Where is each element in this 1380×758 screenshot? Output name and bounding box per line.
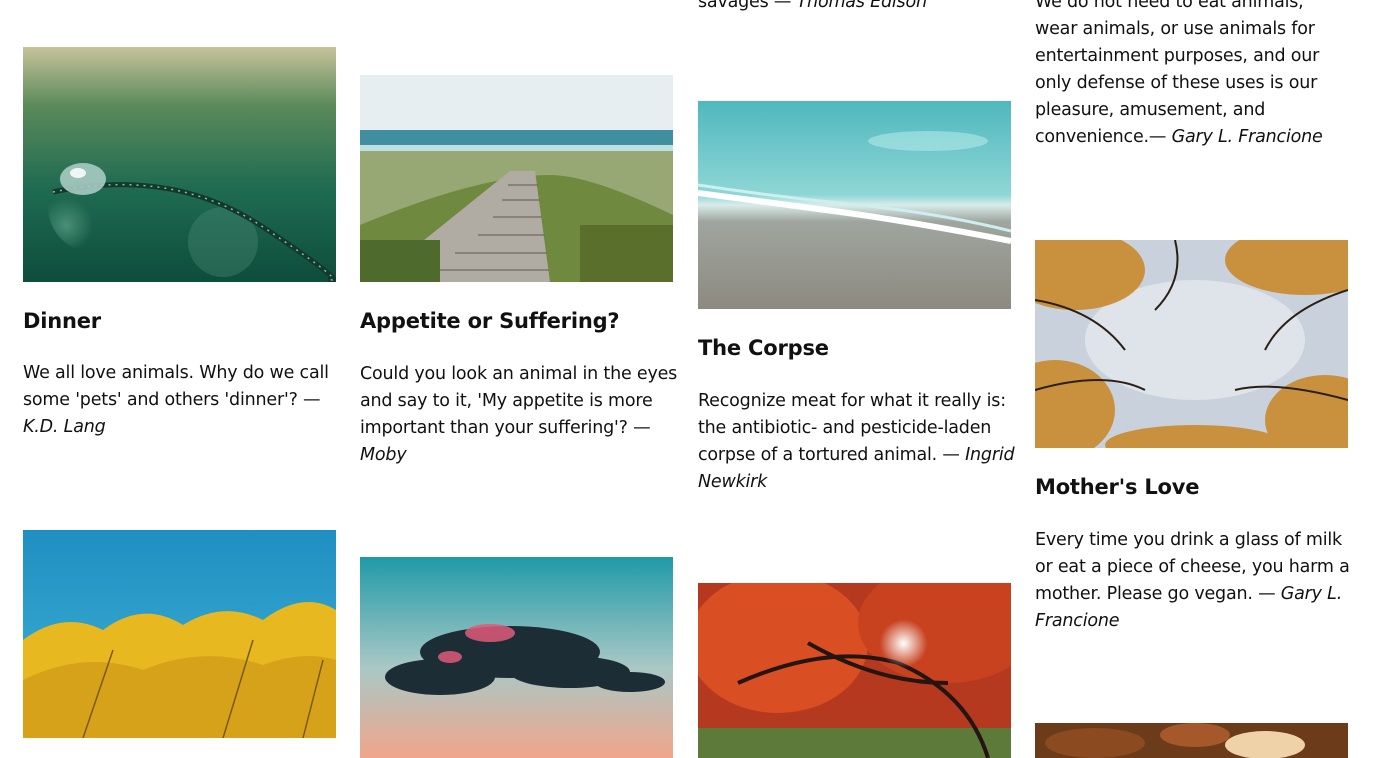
partial-quote-text: savages — [698, 0, 792, 12]
partial-quote-author: Gary L. Francione [1171, 127, 1323, 147]
partial-quote-author: Thomas Edison [796, 0, 927, 12]
quotes-gallery: savages — Thomas Edison We do not need t… [0, 0, 1380, 758]
card-title[interactable]: Dinner [23, 307, 353, 335]
partial-quote-col4: We do not need to eat animals, wear anim… [1035, 0, 1335, 151]
card-title[interactable]: Mother's Love [1035, 473, 1365, 501]
card-quote: Could you look an animal in the eyes and… [360, 361, 678, 469]
autumn-trees-sky-photo[interactable] [1035, 240, 1348, 448]
card-title[interactable]: The Corpse [698, 334, 1028, 362]
dewdrop-on-grass-photo[interactable] [23, 47, 336, 282]
fallen-autumn-leaves-photo[interactable] [1035, 723, 1348, 758]
card-quote: We all love animals. Why do we call some… [23, 360, 341, 441]
red-autumn-tree-sunburst-photo[interactable] [698, 583, 1011, 758]
quote-text: We all love animals. Why do we call some… [23, 363, 329, 410]
quote-text: Recognize meat for what it really is: th… [698, 391, 1006, 465]
partial-quote-text: We do not need to eat animals, wear anim… [1035, 0, 1320, 147]
card-title[interactable]: Appetite or Suffering? [360, 307, 690, 335]
quote-author: K.D. Lang [23, 417, 106, 437]
card-quote: Every time you drink a glass of milk or … [1035, 527, 1351, 635]
ocean-wave-on-sand-photo[interactable] [698, 101, 1011, 309]
quote-author: Moby [360, 445, 407, 465]
quote-text: Could you look an animal in the eyes and… [360, 364, 678, 438]
card-quote: Recognize meat for what it really is: th… [698, 388, 1016, 496]
dark-cloud-sunset-photo[interactable] [360, 557, 673, 758]
partial-quote-col3: savages — Thomas Edison [698, 0, 1016, 16]
boardwalk-to-beach-photo[interactable] [360, 75, 673, 282]
yellow-leaves-blue-sky-photo[interactable] [23, 530, 336, 738]
